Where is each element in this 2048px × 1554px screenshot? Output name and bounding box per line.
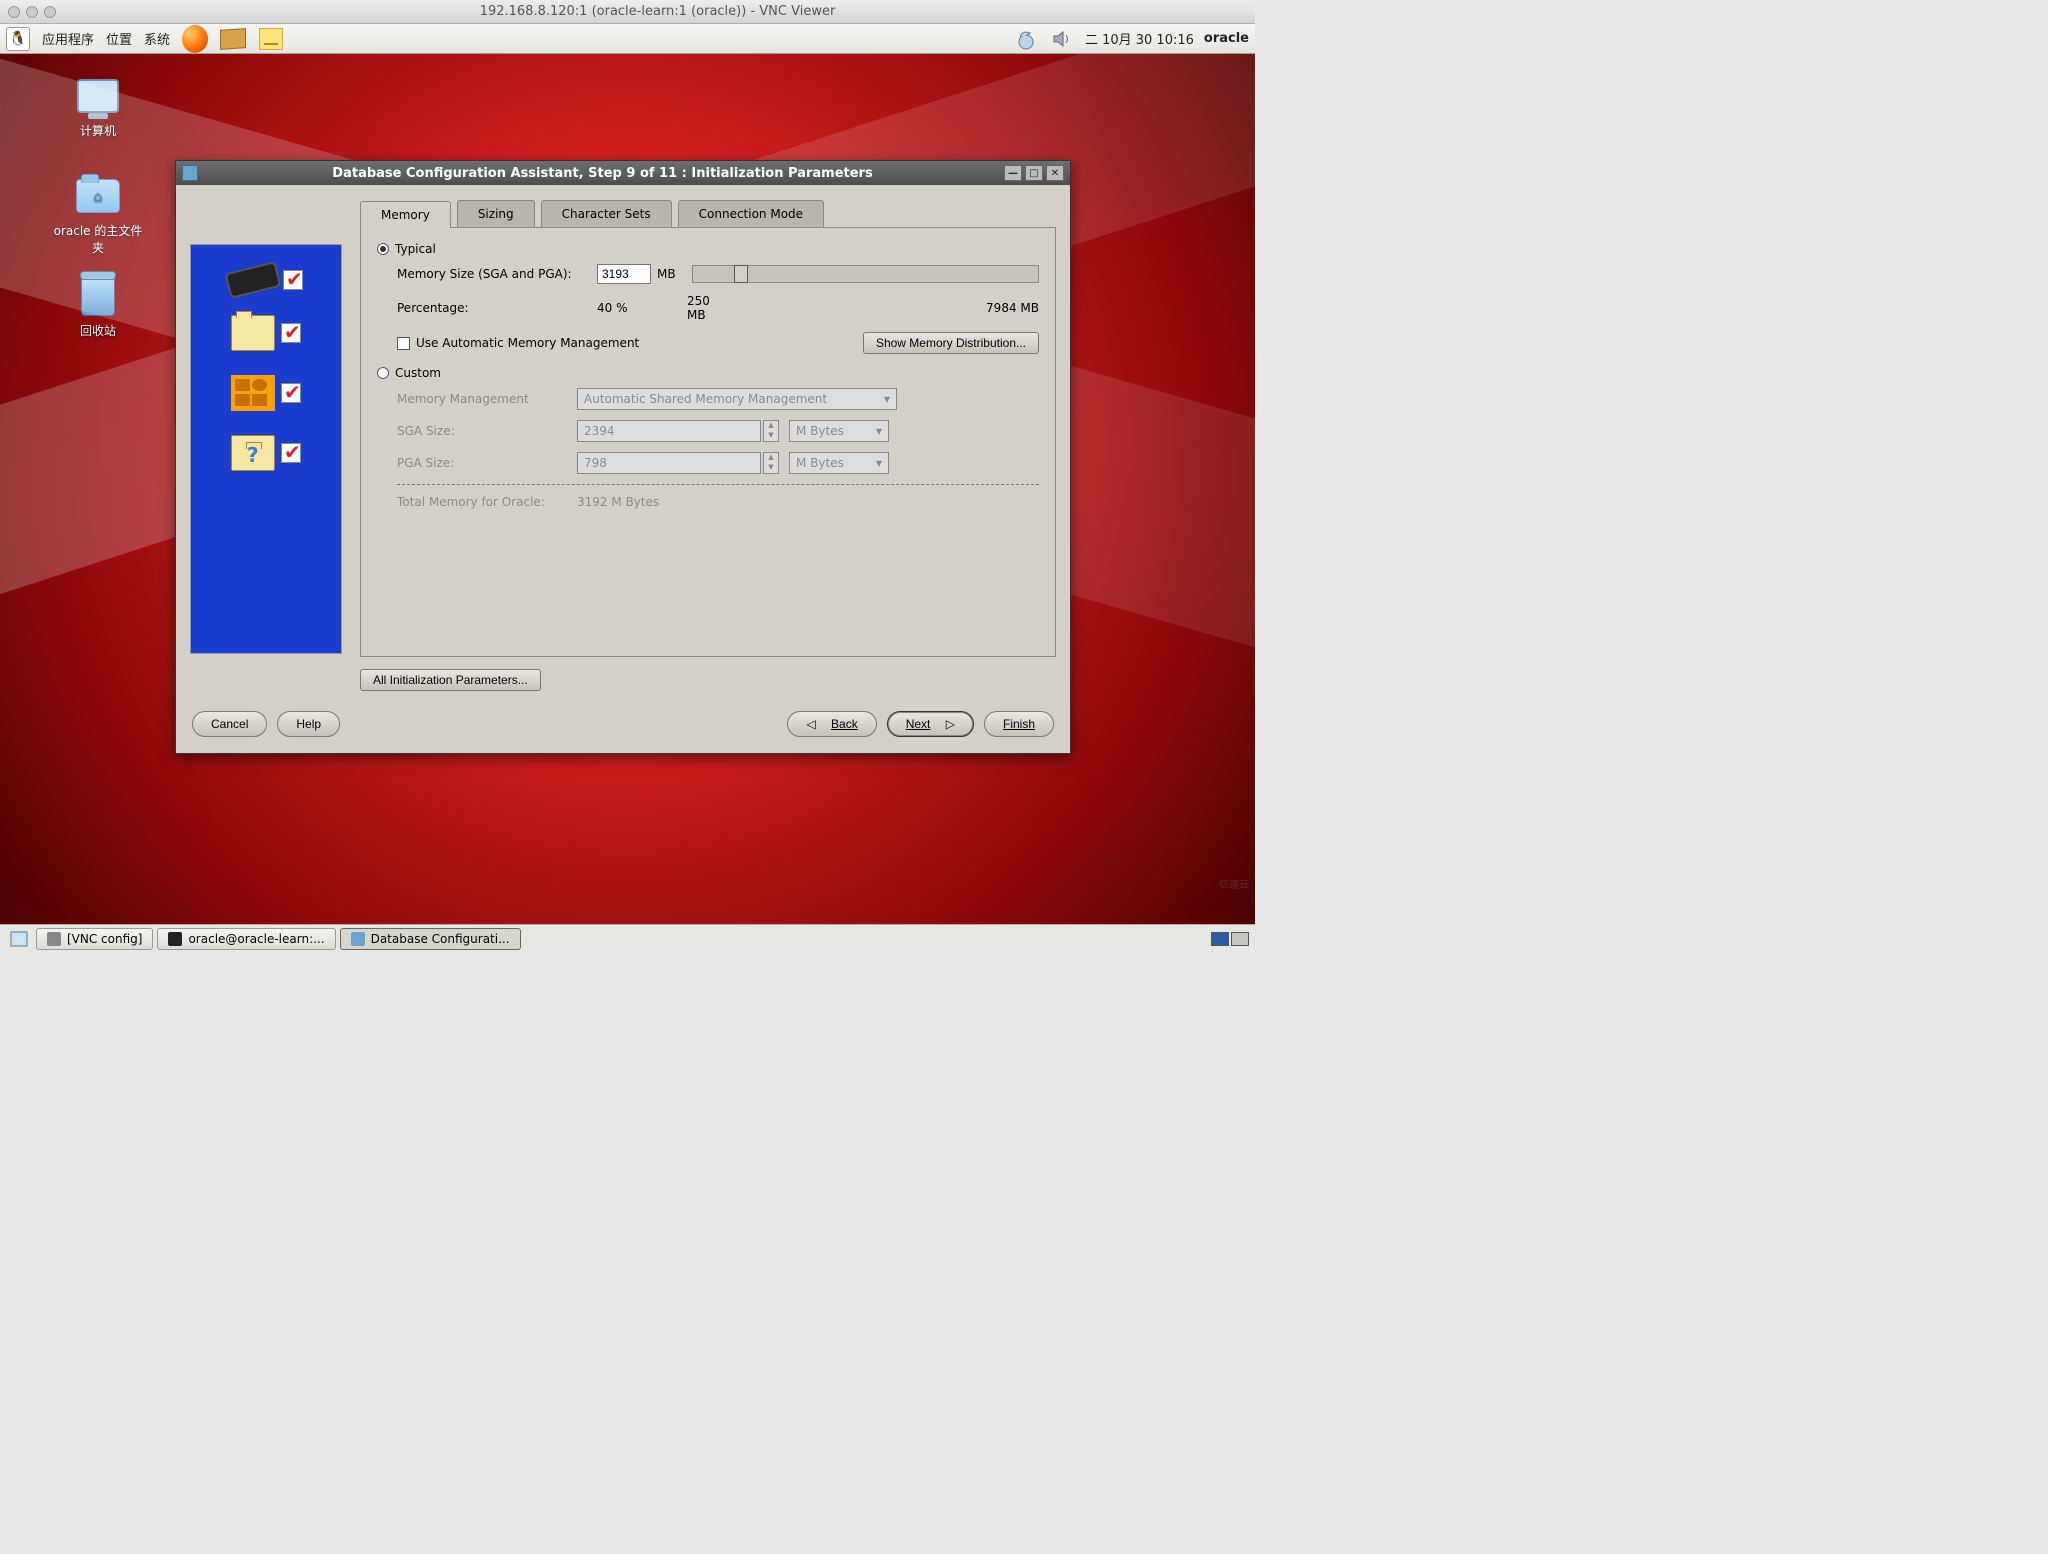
next-button[interactable]: Next ▷	[887, 711, 974, 737]
window-icon	[47, 932, 61, 946]
tab-connection-mode[interactable]: Connection Mode	[678, 200, 824, 227]
clock[interactable]: 二 10月 30 10:16	[1085, 29, 1194, 48]
tab-memory[interactable]: Memory	[360, 201, 451, 228]
check-icon	[281, 443, 301, 463]
custom-radio[interactable]	[377, 367, 389, 379]
network-icon[interactable]	[1013, 26, 1039, 52]
pga-spinner: ▲▼	[763, 452, 779, 474]
package-icon[interactable]	[220, 26, 246, 52]
back-button[interactable]: ◁ Back	[787, 711, 876, 737]
memory-management-select: Automatic Shared Memory Management	[577, 388, 897, 410]
memory-size-input[interactable]	[597, 264, 651, 284]
sga-spinner: ▲▼	[763, 420, 779, 442]
slider-min-label: 250 MB	[687, 294, 705, 322]
memory-tab-pane: Typical Memory Size (SGA and PGA): MB Pe…	[360, 227, 1056, 657]
help-button[interactable]: Help	[277, 711, 340, 737]
question-folder-icon	[231, 435, 275, 471]
dialog-icon	[182, 165, 198, 181]
memory-slider[interactable]	[692, 265, 1039, 283]
notepad-icon[interactable]	[258, 26, 284, 52]
shapes-icon	[231, 375, 275, 411]
memory-size-unit: MB	[657, 267, 676, 281]
auto-memory-checkbox[interactable]	[397, 337, 410, 350]
sga-size-label: SGA Size:	[397, 424, 577, 438]
mac-zoom-icon[interactable]	[44, 6, 56, 18]
mac-close-icon[interactable]	[8, 6, 20, 18]
taskbar-terminal[interactable]: oracle@oracle-learn:...	[157, 928, 335, 950]
tab-character-sets[interactable]: Character Sets	[541, 200, 672, 227]
taskbar-vnc-config[interactable]: [VNC config]	[36, 928, 153, 950]
sga-size-input: 2394	[577, 420, 761, 442]
redhat-logo-icon[interactable]: 🐧	[6, 27, 30, 51]
taskbar-dbca[interactable]: Database Configurati...	[340, 928, 521, 950]
firefox-icon[interactable]	[182, 26, 208, 52]
chevron-left-icon: ◁	[806, 717, 815, 731]
percentage-value: 40 %	[597, 301, 653, 315]
desktop: 计算机 ⌂ oracle 的主文件夹 回收站 Database Configur…	[0, 54, 1255, 924]
memory-size-label: Memory Size (SGA and PGA):	[397, 267, 597, 281]
custom-label: Custom	[395, 366, 441, 380]
workspace-1[interactable]	[1211, 932, 1229, 946]
wizard-side-image	[190, 244, 342, 654]
typical-radio[interactable]	[377, 243, 389, 255]
total-memory-label: Total Memory for Oracle:	[397, 495, 577, 509]
watermark: 亿速云	[1179, 876, 1249, 894]
check-icon	[281, 323, 301, 343]
percentage-label: Percentage:	[397, 301, 597, 315]
dialog-titlebar[interactable]: Database Configuration Assistant, Step 9…	[176, 161, 1070, 185]
total-memory-value: 3192 M Bytes	[577, 495, 659, 509]
terminal-icon	[168, 932, 182, 946]
pga-size-input: 798	[577, 452, 761, 474]
show-desktop-icon[interactable]	[6, 926, 32, 952]
applications-menu[interactable]: 应用程序	[42, 29, 94, 48]
auto-memory-label: Use Automatic Memory Management	[416, 336, 823, 350]
pga-size-label: PGA Size:	[397, 456, 577, 470]
computer-desktop-icon[interactable]: 计算机	[58, 74, 138, 139]
trash-label: 回收站	[58, 322, 138, 339]
gnome-top-panel: 🐧 应用程序 位置 系统 二 10月 30 10:16 oracle	[0, 24, 1255, 54]
slider-max-label: 7984 MB	[986, 301, 1039, 315]
dialog-footer: Cancel Help ◁ Back Next ▷ Finish	[176, 701, 1070, 753]
dbca-icon	[351, 932, 365, 946]
sga-unit-select: M Bytes	[789, 420, 889, 442]
files-icon	[231, 315, 275, 351]
system-menu[interactable]: 系统	[144, 29, 170, 48]
gnome-bottom-panel: [VNC config] oracle@oracle-learn:... Dat…	[0, 924, 1255, 952]
finish-button[interactable]: Finish	[984, 711, 1054, 737]
dialog-title: Database Configuration Assistant, Step 9…	[204, 166, 1001, 181]
workspace-2[interactable]	[1231, 932, 1249, 946]
mac-minimize-icon[interactable]	[26, 6, 38, 18]
all-init-params-button[interactable]: All Initialization Parameters...	[360, 669, 541, 691]
memory-management-label: Memory Management	[397, 392, 577, 406]
trash-desktop-icon[interactable]: 回收站	[58, 274, 138, 339]
home-folder-desktop-icon[interactable]: ⌂ oracle 的主文件夹	[48, 174, 148, 256]
home-label: oracle 的主文件夹	[48, 222, 148, 256]
show-memory-distribution-button[interactable]: Show Memory Distribution...	[863, 332, 1039, 354]
maximize-button[interactable]: □	[1025, 165, 1043, 181]
minimize-button[interactable]: —	[1004, 165, 1022, 181]
typical-label: Typical	[395, 242, 436, 256]
check-icon	[281, 383, 301, 403]
check-icon	[283, 270, 303, 290]
cancel-button[interactable]: Cancel	[192, 711, 267, 737]
places-menu[interactable]: 位置	[106, 29, 132, 48]
user-menu[interactable]: oracle	[1204, 31, 1249, 46]
chip-icon	[227, 264, 279, 297]
chevron-right-icon: ▷	[946, 717, 955, 731]
dbca-dialog: Database Configuration Assistant, Step 9…	[175, 160, 1071, 754]
computer-label: 计算机	[58, 122, 138, 139]
close-button[interactable]: ✕	[1046, 165, 1064, 181]
volume-icon[interactable]	[1049, 26, 1075, 52]
tab-sizing[interactable]: Sizing	[457, 200, 535, 227]
pga-unit-select: M Bytes	[789, 452, 889, 474]
window-title: 192.168.8.120:1 (oracle-learn:1 (oracle)…	[68, 4, 1247, 19]
tab-bar: Memory Sizing Character Sets Connection …	[360, 200, 1056, 227]
slider-thumb-icon[interactable]	[734, 265, 748, 283]
mac-titlebar: 192.168.8.120:1 (oracle-learn:1 (oracle)…	[0, 0, 1255, 24]
